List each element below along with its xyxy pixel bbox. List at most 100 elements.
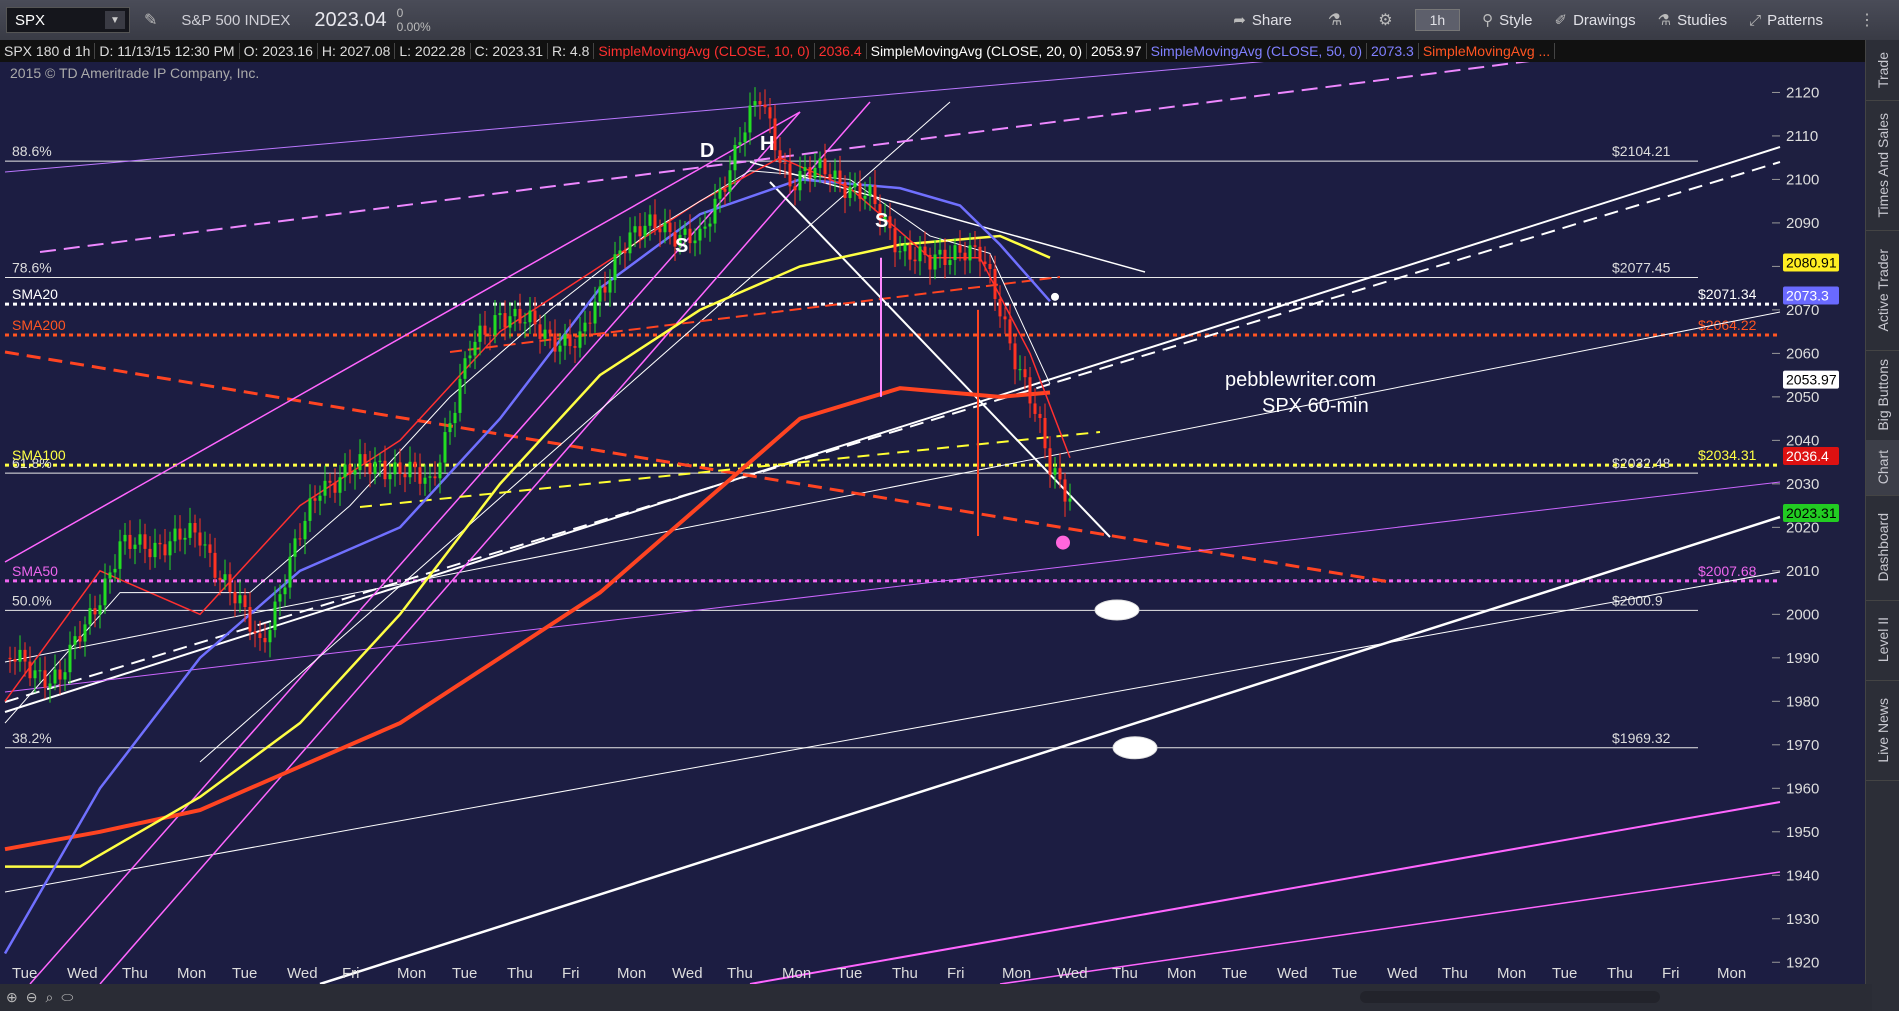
candle-body (693, 240, 697, 244)
share-icon: ➦ (1233, 12, 1246, 29)
candle-body (508, 316, 512, 328)
chart-desc: SPX 180 d 1h (0, 43, 96, 59)
candle-body (683, 228, 687, 235)
candle-body (723, 188, 727, 192)
zoom-out-icon[interactable]: ⊖ (26, 989, 38, 1006)
candle-body (733, 144, 737, 171)
candle-body (533, 310, 537, 325)
drawings-button[interactable]: ✐ Drawings (1555, 11, 1636, 30)
patterns-button[interactable]: ⤢ Patterns (1749, 12, 1823, 29)
chart-scrollbar[interactable] (1360, 991, 1660, 1003)
y-tick-label: 2030 (1786, 476, 1819, 493)
sidebar-item-label: Dashboard (1874, 513, 1891, 582)
candle-body (788, 163, 792, 187)
bar-date: D: 11/13/15 12:30 PM (95, 43, 240, 59)
price-chart[interactable]: 88.6% $2104.2178.6% $2077.4561.8% $2032.485… (0, 62, 1866, 984)
symbol-input[interactable]: SPX ▼ (6, 7, 130, 33)
candle-body (398, 462, 402, 474)
timeframe-button[interactable]: 1h (1414, 9, 1461, 31)
symbol-text: SPX (15, 11, 46, 29)
sidebar-item-chart[interactable]: Chart (1866, 440, 1899, 496)
candle-body (778, 150, 782, 163)
candle-body (13, 659, 17, 662)
candle-body (118, 541, 122, 569)
candle-body (978, 246, 982, 262)
candle-body (23, 649, 27, 662)
zoom-in-icon[interactable]: ⊕ (6, 989, 18, 1006)
candle-body (868, 185, 872, 196)
y-tick-label: 2000 (1786, 606, 1819, 623)
sidebar-item-times-and-sales[interactable]: Times And Sales (1866, 100, 1899, 231)
candle-body (333, 482, 337, 493)
candle-body (363, 454, 367, 464)
candle-body (628, 232, 632, 254)
candle-body (703, 226, 707, 229)
candle-body (433, 476, 437, 479)
candle-body (563, 334, 567, 346)
sidebar-item-level-ii[interactable]: Level II (1866, 600, 1899, 681)
x-tick-label: Wed (67, 965, 98, 982)
candle-body (1028, 377, 1032, 404)
sidebar-item-dashboard[interactable]: Dashboard (1866, 495, 1899, 601)
candle-body (98, 605, 102, 615)
drawing-ellipse-icon[interactable]: ⬭ (61, 989, 73, 1006)
candle-body (103, 578, 107, 606)
candle-body (698, 228, 702, 241)
x-tick-label: Tue (1552, 965, 1577, 982)
candle-body (743, 132, 747, 143)
menu-icon[interactable]: ⋮ (1859, 10, 1875, 30)
candle-body (293, 538, 297, 557)
candle-body (148, 548, 152, 558)
candle-body (583, 322, 587, 332)
sidebar-item-live-news[interactable]: Live News (1866, 680, 1899, 781)
candle-body (523, 322, 527, 324)
candle-body (318, 495, 322, 501)
candle-body (328, 480, 332, 483)
candle-body (953, 245, 957, 261)
last-price: 2023.04 (314, 8, 387, 31)
candle-body (688, 228, 692, 244)
candle-body (1063, 479, 1067, 502)
candle-body (588, 322, 592, 324)
candle-body (88, 608, 92, 625)
fib-price-label: $2077.45 (1612, 259, 1671, 275)
candle-body (818, 158, 822, 168)
x-tick-label: Wed (1277, 965, 1308, 982)
magnifier-icon[interactable]: ⌕ (45, 989, 53, 1006)
candle-body (848, 187, 852, 198)
x-tick-label: Wed (1057, 965, 1088, 982)
change-value: 0 (396, 6, 404, 20)
candle-body (558, 345, 562, 352)
candle-body (348, 464, 352, 475)
style-button[interactable]: ⚲ Style (1482, 11, 1532, 30)
sidebar-item-trade[interactable]: Trade (1866, 40, 1899, 101)
sma-level-label: SMA100 (12, 447, 66, 463)
sma20-value: 2053.97 (1087, 43, 1147, 59)
candle-body (408, 461, 412, 478)
gear-icon[interactable]: ⚙ (1378, 10, 1392, 30)
studies-button[interactable]: ⚗ Studies (1658, 11, 1728, 30)
candle-body (568, 334, 572, 347)
candle-body (713, 198, 717, 224)
sidebar-item-big-buttons[interactable]: Big Buttons (1866, 350, 1899, 441)
candle-body (648, 214, 652, 226)
flask-icon[interactable]: ⚗ (1328, 10, 1342, 30)
patterns-icon: ⤢ (1749, 11, 1762, 29)
pattern-label: D (700, 140, 714, 162)
sma-level-label: SMA20 (12, 286, 58, 302)
candle-body (973, 245, 977, 247)
x-tick-label: Tue (1222, 965, 1247, 982)
pencil-icon[interactable]: ✎ (144, 10, 157, 30)
x-tick-label: Thu (727, 965, 753, 982)
y-tick-label: 1920 (1786, 954, 1819, 971)
candle-body (198, 532, 202, 546)
candle-body (1018, 369, 1022, 371)
share-button[interactable]: ➦ Share (1233, 11, 1292, 30)
candle-body (43, 670, 47, 688)
bar-open: O: 2023.16 (240, 43, 318, 59)
candle-body (428, 476, 432, 478)
candle-body (248, 607, 252, 632)
sidebar-item-active-trader[interactable]: Active Trader (1866, 230, 1899, 351)
drawings-label: Drawings (1573, 11, 1636, 29)
chevron-down-icon[interactable]: ▼ (105, 11, 125, 29)
